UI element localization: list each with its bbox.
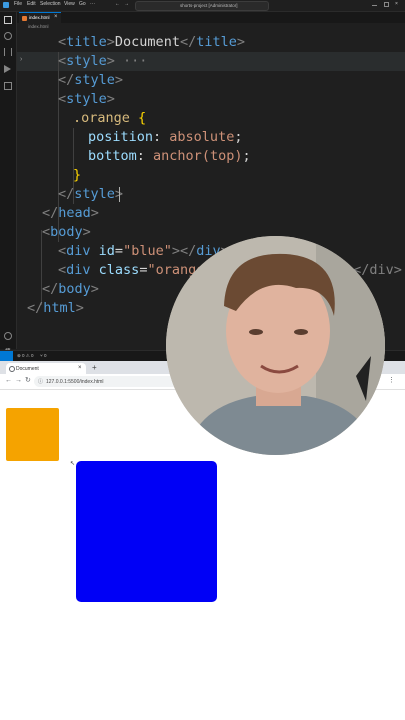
code-line-2: <style> ··· <box>58 53 148 69</box>
folded-ellipsis: ··· <box>114 53 148 69</box>
mouse-cursor-icon: ↖ <box>70 461 76 467</box>
code-line-7: bottom: anchor(top); <box>88 148 251 164</box>
nav-forward-icon[interactable]: → <box>124 1 129 7</box>
problems-count[interactable]: ⊗ 0 ⚠ 0 <box>17 353 34 359</box>
editor-tab-bar: index.html × <box>17 12 405 23</box>
text-caret <box>119 187 120 202</box>
browser-tab-title: Document <box>16 366 39 372</box>
search-icon[interactable] <box>4 32 12 40</box>
code-line-11: <body> <box>42 224 91 240</box>
command-center-label: shorts-project [Administrator] <box>180 3 238 8</box>
command-center[interactable]: shorts-project [Administrator] <box>135 1 269 11</box>
menu-view[interactable]: View <box>64 1 75 7</box>
ports-count[interactable]: ⑂ 0 <box>40 353 46 358</box>
breadcrumb[interactable]: index.html <box>28 24 49 29</box>
vscode-titlebar: File Edit Selection View Go ··· ← → shor… <box>0 0 405 12</box>
close-window-icon[interactable]: × <box>395 1 398 7</box>
minimize-icon[interactable] <box>372 5 377 6</box>
code-line-10: </head> <box>42 205 99 221</box>
back-button[interactable]: ← <box>5 377 12 385</box>
reload-button[interactable]: ↻ <box>25 377 31 385</box>
orange-box <box>6 408 59 461</box>
explorer-icon[interactable] <box>4 16 12 24</box>
nav-back-icon[interactable]: ← <box>115 1 120 7</box>
run-debug-icon[interactable] <box>4 65 11 73</box>
tab-index-html[interactable]: index.html × <box>19 12 61 23</box>
globe-icon <box>9 366 15 372</box>
menu-selection[interactable]: Selection <box>40 1 61 7</box>
info-icon[interactable]: ⓘ <box>38 378 43 385</box>
source-control-icon[interactable] <box>4 48 12 56</box>
remote-indicator-icon[interactable] <box>0 351 13 361</box>
code-line-1: <title>Document</title> <box>58 34 245 50</box>
new-tab-button[interactable]: + <box>92 363 97 372</box>
menu-more[interactable]: ··· <box>90 1 95 7</box>
code-line-8: } <box>73 167 82 183</box>
vscode-logo-icon <box>3 2 9 8</box>
account-icon[interactable] <box>4 332 12 340</box>
menu-go[interactable]: Go <box>79 1 86 7</box>
code-line-5: .orange { <box>73 110 147 126</box>
browser-tab-document[interactable]: Document × <box>6 363 86 374</box>
extensions-icon[interactable] <box>4 82 12 90</box>
html-file-icon <box>22 16 27 21</box>
browser-menu-icon[interactable]: ⋮ <box>388 377 395 385</box>
webcam-overlay <box>166 236 385 455</box>
tab-label: index.html <box>29 15 50 20</box>
code-line-4: <style> <box>58 91 115 107</box>
url-text: 127.0.0.1:5500/index.html <box>46 379 104 385</box>
menu-edit[interactable]: Edit <box>27 1 36 7</box>
code-line-6: position: absolute; <box>88 129 243 145</box>
code-line-9: </style> <box>58 186 123 202</box>
activity-bar <box>0 12 17 356</box>
maximize-icon[interactable] <box>384 2 389 7</box>
tab-close-icon[interactable]: × <box>54 14 58 20</box>
code-line-12: <div id="blue"></div> <box>58 243 229 259</box>
code-line-14: </body> <box>42 281 99 297</box>
code-line-3: </style> <box>58 72 124 88</box>
forward-button[interactable]: → <box>15 377 22 385</box>
browser-tab-close-icon[interactable]: × <box>78 365 82 371</box>
blue-box <box>76 461 217 602</box>
menu-file[interactable]: File <box>14 1 22 7</box>
fold-chevron-icon[interactable]: › <box>20 56 22 63</box>
presenter-photo <box>166 236 385 455</box>
code-line-15: </html> <box>27 300 84 316</box>
